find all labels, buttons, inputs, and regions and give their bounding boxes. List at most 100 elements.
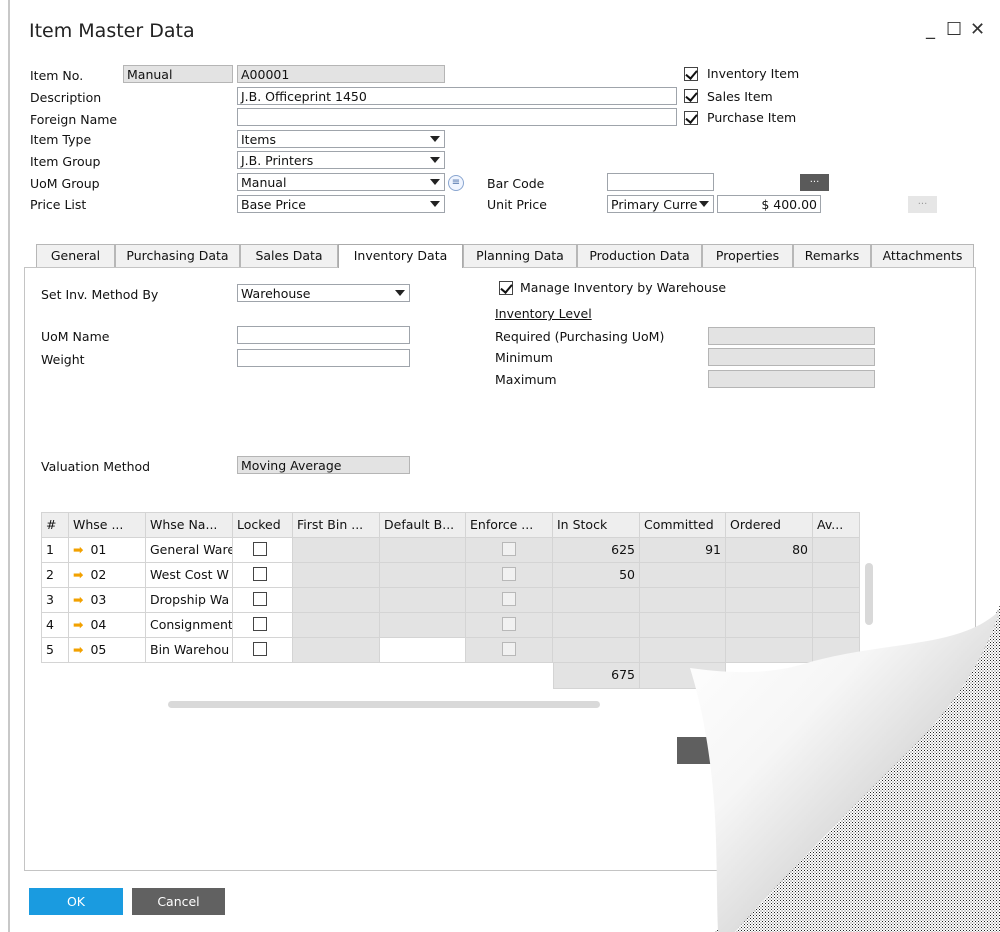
link-arrow-icon[interactable]: ➡ (73, 617, 83, 632)
uom-group-dropdown[interactable]: Manual (237, 173, 445, 191)
bar-code-field[interactable] (607, 173, 714, 191)
item-no-field[interactable]: A00001 (237, 65, 445, 83)
set-inv-method-dropdown[interactable]: Warehouse (237, 284, 410, 302)
purchase-item-checkbox[interactable] (684, 111, 698, 125)
col-header-ordered[interactable]: Ordered (726, 512, 813, 538)
col-header-available[interactable]: Av... (813, 512, 860, 538)
whse-name-cell[interactable]: Consignment (146, 613, 233, 638)
col-header-default-bin[interactable]: Default B... (380, 512, 466, 538)
tab-general[interactable]: General (36, 244, 115, 267)
locked-checkbox[interactable] (253, 617, 267, 631)
required-field[interactable] (708, 327, 875, 345)
price-list-dropdown[interactable]: Base Price (237, 195, 445, 213)
whse-name-cell[interactable]: Dropship Wa (146, 588, 233, 613)
locked-cell[interactable] (233, 588, 293, 613)
ordered-cell (726, 638, 813, 663)
tab-remarks[interactable]: Remarks (793, 244, 871, 267)
partially-hidden-button[interactable] (677, 737, 737, 764)
unit-price-currency-dropdown[interactable]: Primary Curre (607, 195, 714, 213)
col-header-committed[interactable]: Committed (640, 512, 726, 538)
whse-name-cell[interactable]: Bin Warehou (146, 638, 233, 663)
uom-group-link-icon[interactable]: ≡ (448, 175, 464, 191)
default-bin-cell[interactable] (380, 638, 466, 663)
committed-cell (640, 588, 726, 613)
tab-attachments[interactable]: Attachments (871, 244, 974, 267)
row-number: 1 (41, 538, 69, 563)
weight-field[interactable] (237, 349, 410, 367)
tab-purchasing-data[interactable]: Purchasing Data (115, 244, 240, 267)
unit-price-label: Unit Price (487, 197, 547, 212)
committed-cell (640, 613, 726, 638)
whse-name-cell[interactable]: West Cost W (146, 563, 233, 588)
foreign-name-label: Foreign Name (30, 112, 118, 127)
committed-cell (640, 563, 726, 588)
available-cell (813, 588, 860, 613)
grid-vertical-scrollbar[interactable] (865, 563, 873, 625)
locked-cell[interactable] (233, 563, 293, 588)
locked-cell[interactable] (233, 638, 293, 663)
locked-cell[interactable] (233, 613, 293, 638)
inventory-item-checkbox[interactable] (684, 67, 698, 81)
maximum-field[interactable] (708, 370, 875, 388)
enforce-cell (466, 613, 553, 638)
link-arrow-icon[interactable]: ➡ (73, 567, 83, 582)
col-header-whse-code[interactable]: Whse ... (69, 512, 146, 538)
purchase-item-label: Purchase Item (707, 110, 797, 125)
link-arrow-icon[interactable]: ➡ (73, 592, 83, 607)
minimum-field[interactable] (708, 348, 875, 366)
tab-planning-data[interactable]: Planning Data (463, 244, 577, 267)
item-type-dropdown[interactable]: Items (237, 130, 445, 148)
col-header-row-number: # (41, 512, 69, 538)
ok-button[interactable]: OK (29, 888, 123, 915)
link-arrow-icon[interactable]: ➡ (73, 542, 83, 557)
unit-price-browse-button[interactable]: ... (908, 196, 937, 213)
tab-properties[interactable]: Properties (702, 244, 793, 267)
default-bin-cell (380, 563, 466, 588)
locked-checkbox[interactable] (253, 592, 267, 606)
required-label: Required (Purchasing UoM) (495, 329, 665, 344)
bar-code-browse-button[interactable]: ... (800, 174, 829, 191)
description-field[interactable]: J.B. Officeprint 1450 (237, 87, 677, 105)
whse-code-cell[interactable]: ➡ 02 (69, 563, 146, 588)
col-header-whse-name[interactable]: Whse Na... (146, 512, 233, 538)
sales-item-checkbox[interactable] (684, 89, 698, 103)
inventory-level-heading: Inventory Level (495, 306, 592, 321)
whse-code-cell[interactable]: ➡ 01 (69, 538, 146, 563)
item-group-dropdown[interactable]: J.B. Printers (237, 151, 445, 169)
available-cell (813, 563, 860, 588)
close-icon[interactable]: ✕ (970, 20, 985, 40)
tab-inventory-data[interactable]: Inventory Data (338, 244, 463, 268)
whse-code-cell[interactable]: ➡ 05 (69, 638, 146, 663)
locked-checkbox[interactable] (253, 642, 267, 656)
col-header-locked[interactable]: Locked (233, 512, 293, 538)
col-header-in-stock[interactable]: In Stock (553, 512, 640, 538)
col-header-enforce[interactable]: Enforce ... (466, 512, 553, 538)
foreign-name-field[interactable] (237, 108, 677, 126)
manage-by-warehouse-checkbox[interactable] (499, 281, 513, 295)
enforce-cell (466, 563, 553, 588)
whse-name-cell[interactable]: General Ware (146, 538, 233, 563)
in-stock-cell (553, 588, 640, 613)
valuation-method-label: Valuation Method (41, 459, 151, 474)
minimize-icon[interactable]: _ (926, 20, 935, 40)
row-number: 3 (41, 588, 69, 613)
tab-production-data[interactable]: Production Data (577, 244, 702, 267)
cancel-button[interactable]: Cancel (132, 888, 225, 915)
locked-cell[interactable] (233, 538, 293, 563)
locked-checkbox[interactable] (253, 567, 267, 581)
unit-price-field[interactable]: $ 400.00 (717, 195, 821, 213)
uom-name-field[interactable] (237, 326, 410, 344)
col-header-first-bin[interactable]: First Bin ... (293, 512, 380, 538)
default-bin-cell (380, 538, 466, 563)
tab-sales-data[interactable]: Sales Data (240, 244, 338, 267)
whse-code-cell[interactable]: ➡ 03 (69, 588, 146, 613)
link-arrow-icon[interactable]: ➡ (73, 642, 83, 657)
valuation-method-field[interactable]: Moving Average (237, 456, 410, 474)
whse-code-cell[interactable]: ➡ 04 (69, 613, 146, 638)
in-stock-cell (553, 638, 640, 663)
item-no-series-field[interactable]: Manual (123, 65, 233, 83)
maximize-icon[interactable]: ☐ (946, 20, 962, 40)
grid-horizontal-scrollbar[interactable] (168, 701, 600, 708)
locked-checkbox[interactable] (253, 542, 267, 556)
in-stock-total: 675 (553, 663, 640, 689)
